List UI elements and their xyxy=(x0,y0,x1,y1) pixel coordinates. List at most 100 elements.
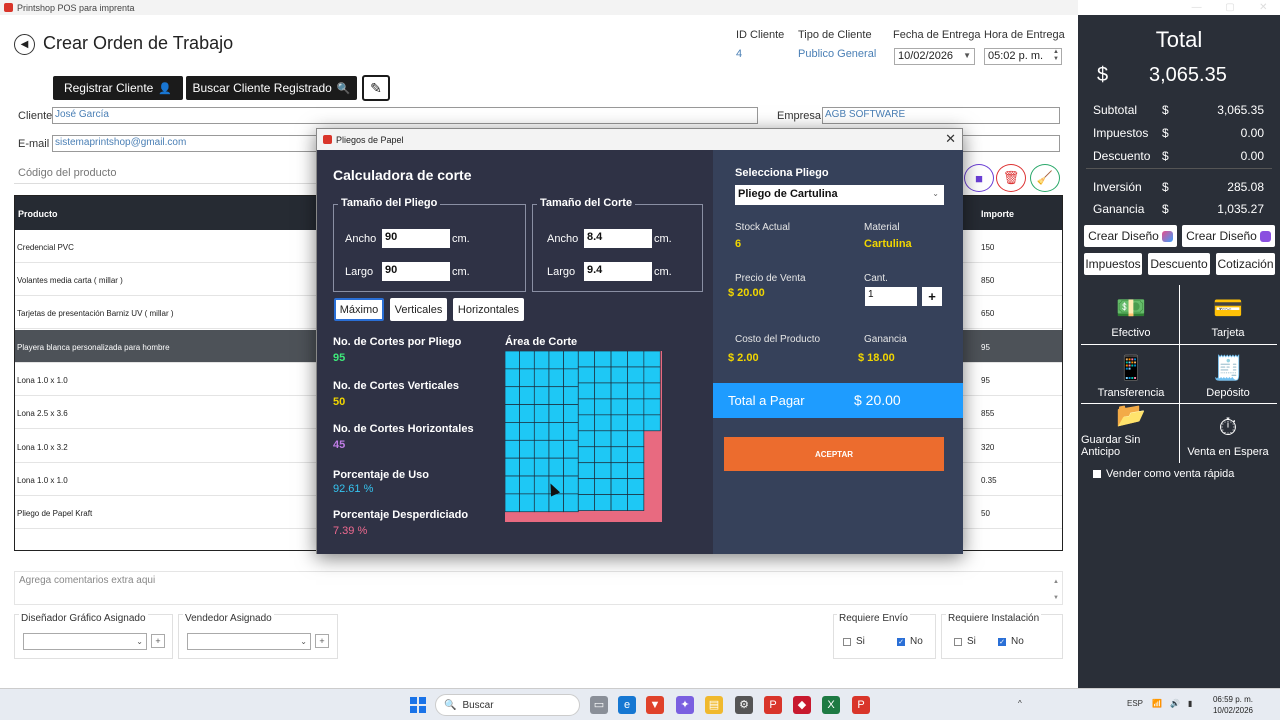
cut-piece-67 xyxy=(610,366,628,384)
hora-entrega-picker[interactable]: 05:02 p. m. ▲ ▼ xyxy=(984,48,1062,65)
subtotal-label: Subtotal xyxy=(1093,103,1138,117)
pliego-largo-input[interactable]: 90 xyxy=(382,262,450,281)
copilot-icon[interactable]: ✦ xyxy=(676,696,694,714)
instalacion-si-checkbox[interactable] xyxy=(954,638,962,646)
window-titlebar: Printshop POS para imprenta xyxy=(0,0,1078,15)
cut-piece-31 xyxy=(548,404,564,423)
cut-piece-6 xyxy=(505,439,520,459)
folder-button[interactable]: ■ xyxy=(964,164,994,192)
transferencia-button[interactable]: 📱 Transferencia xyxy=(1081,345,1181,403)
cotizacion-button[interactable]: Cotización xyxy=(1216,253,1275,275)
edit-pencil-button[interactable]: ✎ xyxy=(362,75,390,101)
close-window-icon[interactable]: ✕ xyxy=(1247,0,1280,15)
fecha-entrega-picker[interactable]: 10/02/2026 ▼ xyxy=(894,48,975,65)
file-explorer-icon[interactable]: ▤ xyxy=(705,696,723,714)
tab-verticales[interactable]: Verticales xyxy=(390,298,447,321)
battery-icon[interactable]: ▮ xyxy=(1188,699,1192,708)
checkbox-box[interactable] xyxy=(1093,470,1101,478)
clock-icon: ⏱ xyxy=(1218,414,1238,441)
cut-piece-30 xyxy=(548,386,564,405)
cut-piece-19 xyxy=(533,351,550,370)
registrar-cliente-button[interactable]: Registrar Cliente 👤 xyxy=(53,76,183,100)
printshop-active-icon[interactable]: P xyxy=(852,696,870,714)
task-view-icon[interactable]: ▭ xyxy=(590,696,608,714)
stock-label: Stock Actual xyxy=(735,222,791,233)
edge-browser-icon[interactable]: e xyxy=(618,696,636,714)
cut-piece-57 xyxy=(594,366,612,384)
envio-no-checkbox[interactable]: ✓ xyxy=(897,638,905,646)
printshop-app-icon[interactable]: P xyxy=(764,696,782,714)
tray-chevron-icon[interactable]: ^ xyxy=(1018,699,1022,708)
empresa-input[interactable]: AGB SOFTWARE xyxy=(822,107,1060,124)
clock-date: 10/02/2026 xyxy=(1212,706,1253,715)
comments-textarea[interactable]: Agrega comentarios extra aqui ▲ ▼ xyxy=(14,571,1063,605)
delete-button[interactable]: 🗑 xyxy=(996,164,1026,192)
language-indicator[interactable]: ESP xyxy=(1127,699,1143,708)
cut-piece-10 xyxy=(519,351,535,370)
pliego-select[interactable]: Pliego de Cartulina ⌄ xyxy=(735,185,944,205)
cut-piece-18 xyxy=(519,493,535,513)
impuestos-button[interactable]: Impuestos xyxy=(1084,253,1142,275)
tab-maximo[interactable]: Máximo xyxy=(334,298,384,321)
back-arrow-icon[interactable]: ◀ xyxy=(14,34,35,55)
venta-rapida-checkbox[interactable]: Vender como venta rápida xyxy=(1093,468,1234,480)
volume-icon[interactable]: 🔊 xyxy=(1170,699,1180,708)
windows-start-icon[interactable] xyxy=(410,697,426,713)
cut-piece-88 xyxy=(643,382,661,400)
cut-piece-64 xyxy=(594,478,612,495)
add-quantity-button[interactable]: + xyxy=(922,287,942,306)
email-input[interactable]: sistemaprintshop@gmail.com xyxy=(52,135,322,152)
disenador-select[interactable]: ⌄ xyxy=(23,633,147,650)
pay-grid-divider xyxy=(1081,344,1277,345)
vendedor-select[interactable]: ⌄ xyxy=(187,633,311,650)
clean-button[interactable]: 🧹 xyxy=(1030,164,1060,192)
buscar-cliente-button[interactable]: Buscar Cliente Registrado 🔍 xyxy=(186,76,357,100)
cut-piece-2 xyxy=(505,368,520,388)
corte-ancho-input[interactable]: 8.4 xyxy=(584,229,652,248)
settings-gear-icon[interactable]: ⚙ xyxy=(735,696,753,714)
instalacion-no-checkbox[interactable]: ✓ xyxy=(998,638,1006,646)
wifi-icon[interactable]: 📶 xyxy=(1152,699,1162,708)
efectivo-button[interactable]: 💵 Efectivo xyxy=(1081,285,1181,343)
cut-sheet-preview xyxy=(505,351,662,522)
close-icon[interactable]: ✕ xyxy=(945,131,956,147)
crear-diseno-alt-button[interactable]: Crear Diseño xyxy=(1182,225,1275,247)
row-producto: Lona 1.0 x 1.0 xyxy=(17,376,68,385)
extra-input[interactable] xyxy=(962,135,1060,152)
modal-titlebar: Pliegos de Papel ✕ xyxy=(317,129,962,150)
row-importe: 850 xyxy=(981,276,995,285)
anydesk-icon[interactable]: ◆ xyxy=(793,696,811,714)
total-a-pagar-bar: Total a Pagar $ 20.00 xyxy=(713,383,963,418)
deposito-button[interactable]: 🧾 Depósito xyxy=(1178,345,1278,403)
tab-horizontales[interactable]: Horizontales xyxy=(453,298,524,321)
cut-piece-27 xyxy=(533,493,550,513)
maximize-icon[interactable]: ▢ xyxy=(1213,0,1246,15)
codigo-producto-input[interactable]: Código del producto xyxy=(14,165,319,184)
brave-browser-icon[interactable]: ▼ xyxy=(646,696,664,714)
descuento-button[interactable]: Descuento xyxy=(1148,253,1210,275)
cantidad-input[interactable]: 1 xyxy=(865,287,917,306)
scrollbar-arrows[interactable]: ▲ ▼ xyxy=(1053,574,1059,606)
hora-entrega-value: 05:02 p. m. xyxy=(988,50,1044,62)
row-producto: Lona 2.5 x 3.6 xyxy=(17,409,68,418)
envio-si-checkbox[interactable] xyxy=(843,638,851,646)
phone-transfer-icon: 📱 xyxy=(1116,355,1146,382)
cut-piece-44 xyxy=(563,475,579,495)
tarjeta-button[interactable]: 💳 Tarjeta xyxy=(1178,285,1278,343)
taskbar-search[interactable]: 🔍 Buscar xyxy=(435,694,580,716)
add-vendedor-button[interactable]: + xyxy=(315,634,329,648)
taskbar-clock[interactable]: 06:59 p. m. 10/02/2026 xyxy=(1205,694,1253,716)
pliego-ancho-input[interactable]: 90 xyxy=(382,229,450,248)
crear-diseno-button[interactable]: Crear Diseño xyxy=(1084,225,1177,247)
excel-icon[interactable]: X xyxy=(822,696,840,714)
inversion-value: 285.08 xyxy=(1227,180,1264,194)
aceptar-button[interactable]: ACEPTAR xyxy=(724,437,944,471)
cliente-input[interactable]: José García xyxy=(52,107,758,124)
cut-piece-4 xyxy=(505,404,520,423)
venta-en-espera-button[interactable]: ⏱ Venta en Espera xyxy=(1178,404,1278,462)
minimize-icon[interactable]: — xyxy=(1180,0,1213,15)
corte-largo-input[interactable]: 9.4 xyxy=(584,262,652,281)
guardar-sin-anticipo-button[interactable]: 📂 Guardar Sin Anticipo xyxy=(1081,404,1181,462)
spinner-icon[interactable]: ▲ ▼ xyxy=(1053,49,1059,63)
add-disenador-button[interactable]: + xyxy=(151,634,165,648)
